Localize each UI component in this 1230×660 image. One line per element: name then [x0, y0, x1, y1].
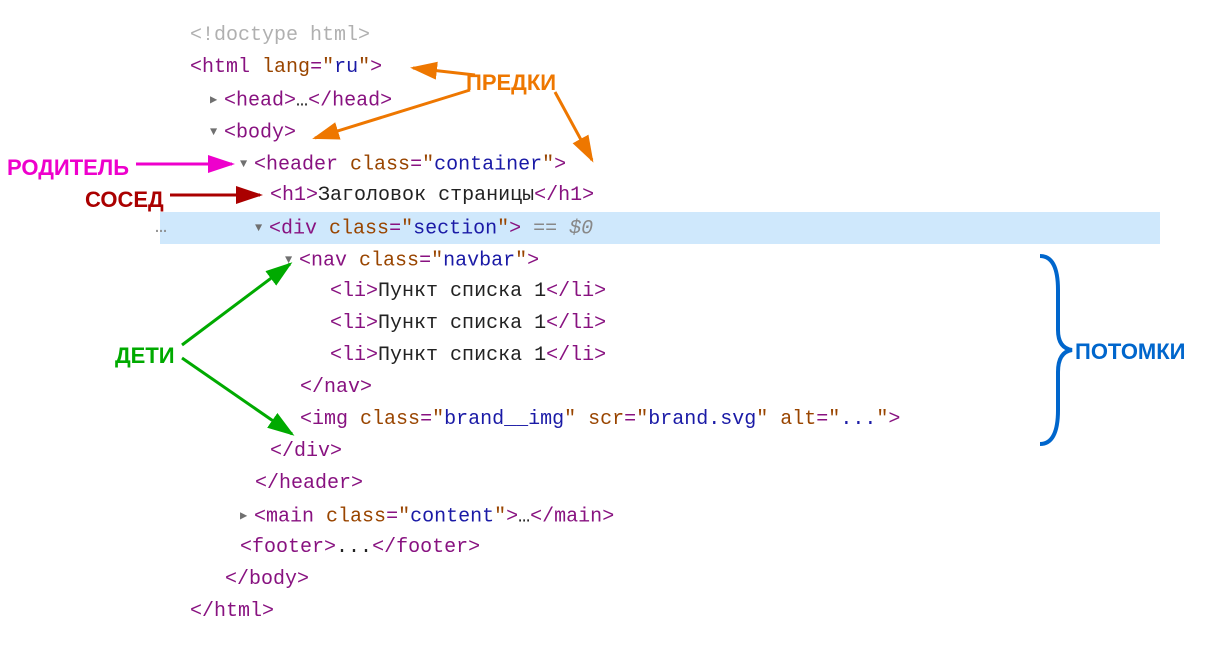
expand-triangle-right-icon[interactable]: ▶ — [240, 500, 254, 532]
sibling-label: СОСЕД — [85, 182, 164, 217]
parent-label: РОДИТЕЛЬ — [7, 150, 129, 185]
main-line[interactable]: ▶<main class="content">…</main> — [160, 500, 1160, 532]
li-line-1[interactable]: <li>Пункт списка 1</li> — [160, 276, 1160, 308]
collapse-triangle-down-icon[interactable]: ▼ — [240, 148, 254, 180]
footer-line[interactable]: <footer>...</footer> — [160, 532, 1160, 564]
collapse-triangle-down-icon[interactable]: ▼ — [255, 212, 269, 244]
nav-close-line: </nav> — [160, 372, 1160, 404]
h1-line[interactable]: <h1>Заголовок страницы</h1> — [160, 180, 1160, 212]
div-section-line[interactable]: …▼<div class="section"> == $0 — [160, 212, 1160, 244]
expand-triangle-right-icon[interactable]: ▶ — [210, 84, 224, 116]
img-line[interactable]: <img class="brand__img" scr="brand.svg" … — [160, 404, 1160, 436]
html-close-line: </html> — [160, 596, 1160, 628]
doctype-line: <!doctype html> — [160, 20, 1160, 52]
body-open-line[interactable]: ▼<body> — [160, 116, 1160, 148]
body-close-line: </body> — [160, 564, 1160, 596]
collapse-triangle-down-icon[interactable]: ▼ — [285, 244, 299, 276]
header-open-line[interactable]: ▼<header class="container"> — [160, 148, 1160, 180]
nav-open-line[interactable]: ▼<nav class="navbar"> — [160, 244, 1160, 276]
ellipsis-badge-icon: … — [155, 212, 167, 244]
li-line-2[interactable]: <li>Пункт списка 1</li> — [160, 308, 1160, 340]
code-tree: <!doctype html> <html lang="ru"> ▶<head>… — [160, 20, 1160, 628]
li-line-3[interactable]: <li>Пункт списка 1</li> — [160, 340, 1160, 372]
header-close-line: </header> — [160, 468, 1160, 500]
div-close-line: </div> — [160, 436, 1160, 468]
collapse-triangle-down-icon[interactable]: ▼ — [210, 116, 224, 148]
html-open-line: <html lang="ru"> — [160, 52, 1160, 84]
head-line[interactable]: ▶<head>…</head> — [160, 84, 1160, 116]
